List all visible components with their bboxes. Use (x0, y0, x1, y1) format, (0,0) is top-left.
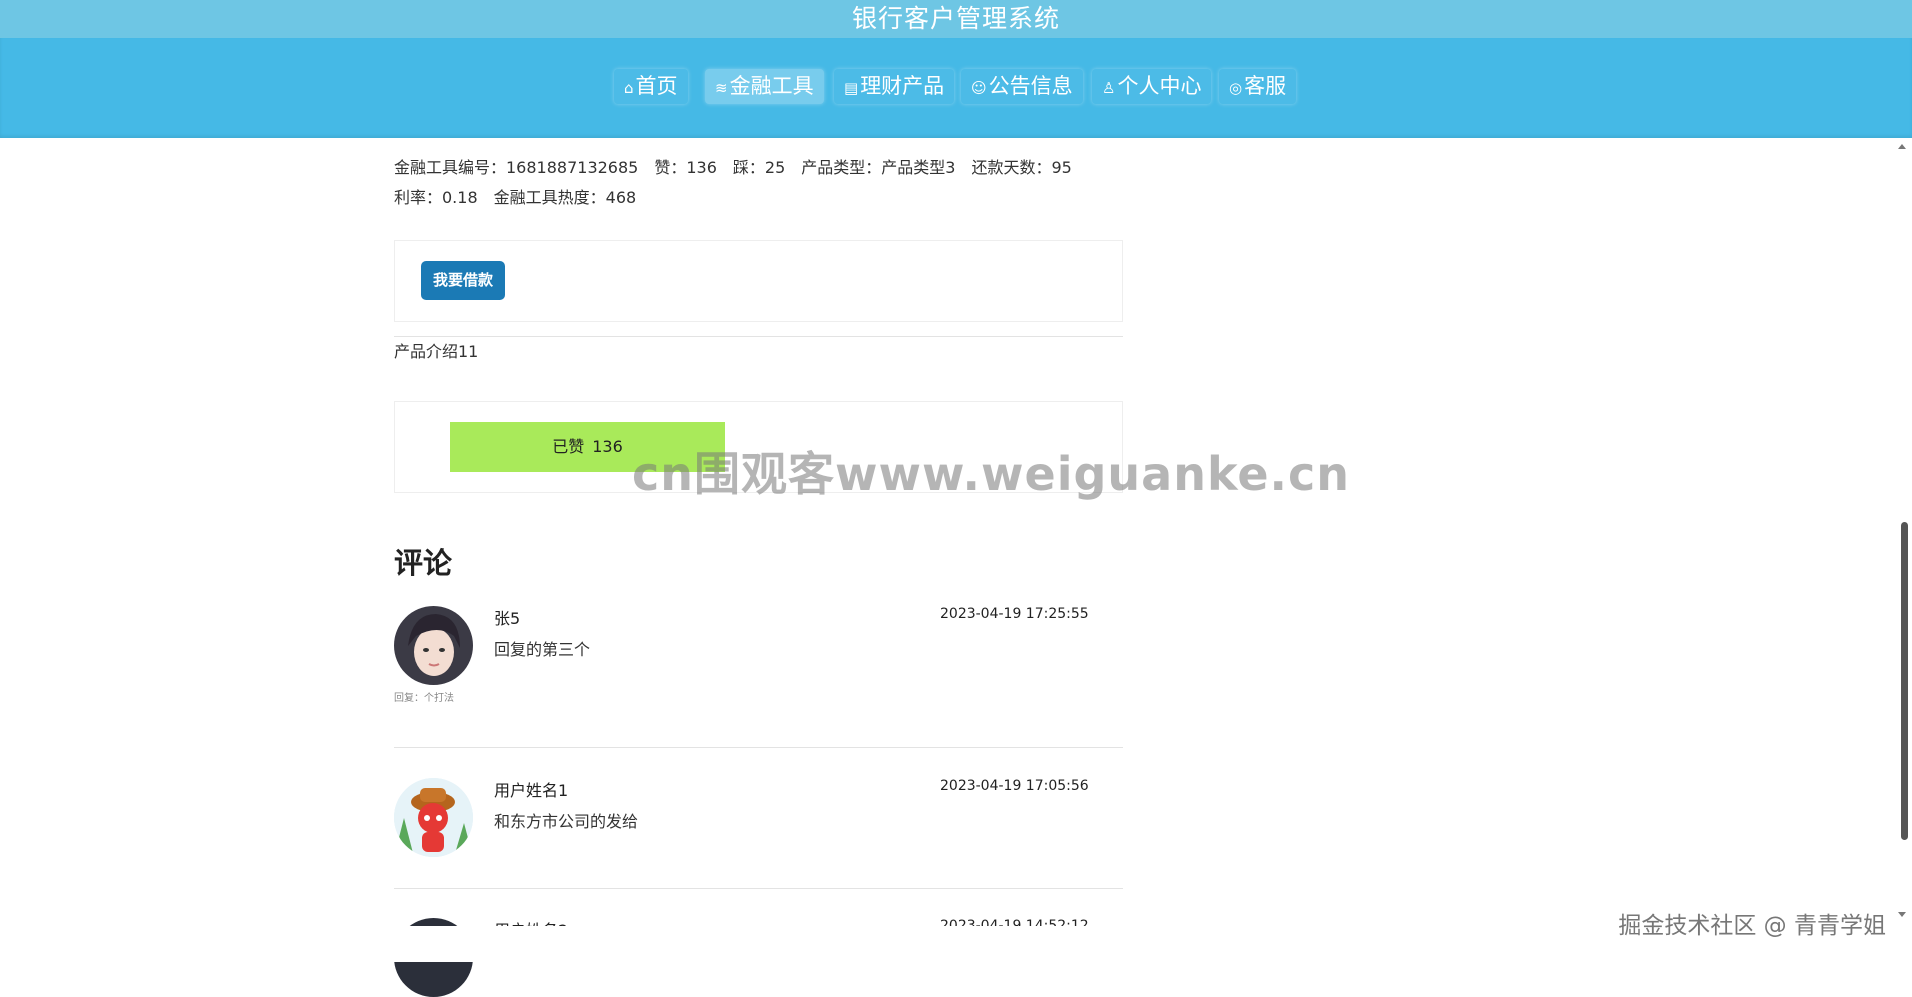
nav-wealth-products[interactable]: ▤理财产品 (834, 69, 955, 104)
comment-reply: 回复：个打法 (394, 693, 454, 704)
nav-wealth-products-label: 理财产品 (860, 74, 945, 98)
comment-time: 2023-04-19 17:05:56 (940, 778, 1089, 794)
nav-home-label: 首页 (635, 74, 678, 98)
scroll-down-arrow-icon[interactable] (1898, 912, 1906, 917)
divider (394, 336, 1123, 337)
liked-label: 已赞 (552, 437, 585, 456)
liked-count: 136 (592, 437, 623, 456)
nav-financial-tools[interactable]: ≋金融工具 (705, 69, 824, 104)
product-heat: 金融工具热度：468 (493, 188, 637, 207)
product-rate: 利率：0.18 (394, 188, 478, 207)
comment-text: 和东方市公司的发给 (494, 812, 639, 831)
product-repay-days: 还款天数：95 (971, 158, 1072, 177)
nav-financial-tools-label: 金融工具 (729, 74, 814, 98)
avatar (394, 778, 473, 857)
borrow-panel: 我要借款 (394, 240, 1123, 322)
product-meta-row-2: 利率：0.18 金融工具热度：468 (394, 184, 652, 208)
comment-author: 用户姓名1 (494, 781, 569, 800)
product-intro: 产品介绍11 (394, 342, 479, 361)
user-icon: ♙ (1102, 79, 1116, 97)
nav-personal-center-label: 个人中心 (1117, 74, 1202, 98)
comment-author: 张5 (494, 609, 521, 628)
nav-personal-center[interactable]: ♙个人中心 (1092, 69, 1212, 104)
product-dislikes: 踩：25 (732, 158, 786, 177)
support-icon: ◎ (1229, 79, 1243, 97)
nav-announcements-label: 公告信息 (988, 74, 1073, 98)
comments-title: 评论 (394, 546, 453, 580)
product-code: 金融工具编号：1681887132685 (394, 158, 639, 177)
nav-announcements[interactable]: ☺公告信息 (961, 69, 1083, 104)
product-meta-row-1: 金融工具编号：1681887132685 赞：136 踩：25 产品类型：产品类型3 还… (394, 154, 1088, 178)
scroll-up-arrow-icon[interactable] (1898, 144, 1906, 149)
watermark: cn围观客www.weiguanke.cn (632, 447, 1351, 501)
comment-text: 回复的第三个 (494, 640, 591, 659)
product-likes: 赞：136 (654, 158, 717, 177)
home-icon: ⌂ (624, 79, 634, 97)
borrow-button[interactable]: 我要借款 (421, 261, 505, 300)
nav-customer-service-label: 客服 (1244, 74, 1287, 98)
scrollbar-thumb[interactable] (1901, 522, 1908, 840)
smile-icon: ☺ (971, 79, 987, 97)
corner-watermark: 掘金技术社区 @ 青青学姐 (1618, 913, 1886, 939)
nav-home[interactable]: ⌂首页 (614, 69, 688, 104)
product-type: 产品类型：产品类型3 (801, 158, 956, 177)
tools-icon: ≋ (715, 79, 728, 97)
top-navbar: ⌂首页 ≋金融工具 ▤理财产品 ☺公告信息 ♙个人中心 ◎客服 (0, 38, 1912, 138)
divider (394, 747, 1123, 748)
nav-customer-service[interactable]: ◎客服 (1219, 69, 1297, 104)
comment-time: 2023-04-19 17:25:55 (940, 606, 1089, 622)
divider (394, 888, 1123, 889)
calendar-icon: ▤ (844, 79, 859, 97)
avatar (394, 606, 473, 685)
app-title: 银行客户管理系统 (0, 0, 1912, 38)
